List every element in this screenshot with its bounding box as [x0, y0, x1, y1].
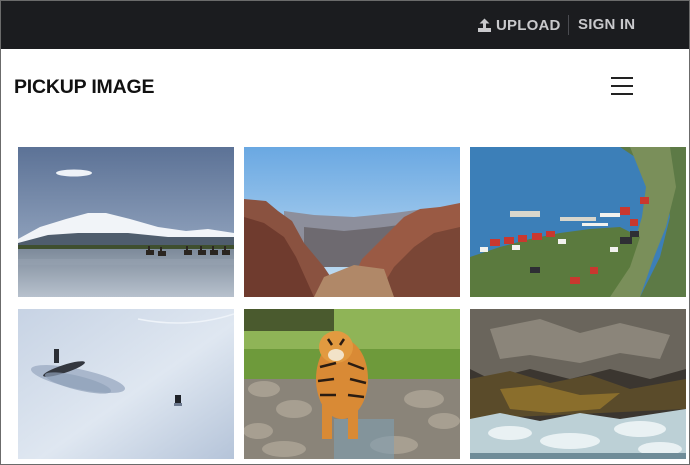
gallery-image-shoreline[interactable]	[470, 309, 686, 459]
submarine-ice-image	[18, 309, 234, 459]
gallery-image-submarine[interactable]	[18, 309, 234, 459]
site-logo[interactable]: PICKUP IMAGE	[14, 76, 154, 99]
volcano-beach-image	[18, 147, 234, 297]
top-navbar: UPLOAD SIGN IN	[1, 1, 689, 49]
harbor-town-image	[470, 147, 686, 297]
nav-divider	[568, 15, 569, 35]
upload-label: UPLOAD	[496, 16, 561, 34]
gallery-image-canyon[interactable]	[244, 147, 460, 297]
hamburger-menu-icon[interactable]	[609, 75, 635, 97]
page: UPLOAD SIGN IN PICKUP IMAGE	[0, 0, 690, 465]
canyon-image	[244, 147, 460, 297]
upload-icon	[478, 18, 491, 32]
sign-in-link[interactable]: SIGN IN	[578, 15, 635, 35]
rocky-shoreline-image	[470, 309, 686, 459]
gallery-image-tiger[interactable]	[244, 309, 460, 459]
gallery-image-harbor[interactable]	[470, 147, 686, 297]
tiger-stream-image	[244, 309, 460, 459]
gallery-image-volcano[interactable]	[18, 147, 234, 297]
upload-button[interactable]: UPLOAD	[477, 15, 561, 35]
